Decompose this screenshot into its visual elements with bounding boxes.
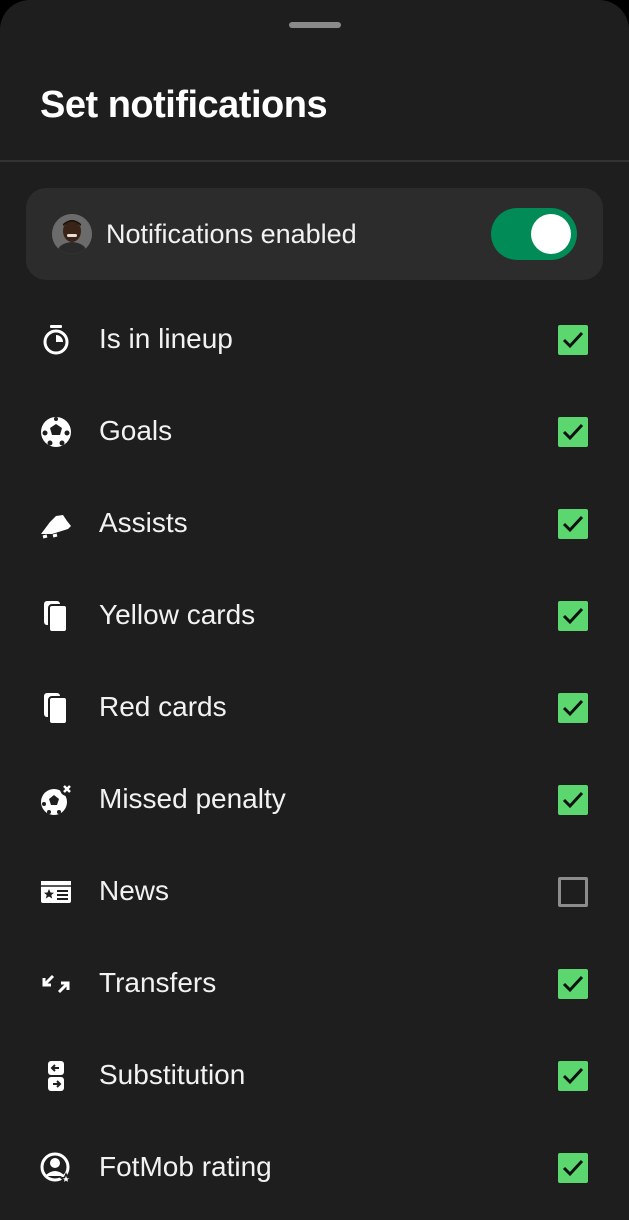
drag-handle[interactable]	[289, 22, 341, 28]
setting-checkbox[interactable]	[558, 785, 588, 815]
setting-row-substitution[interactable]: Substitution	[0, 1030, 629, 1122]
notifications-enabled-label: Notifications enabled	[106, 219, 357, 249]
divider	[0, 160, 629, 162]
missed-ball-icon	[38, 782, 74, 818]
player-avatar	[52, 214, 92, 254]
boot-icon	[38, 506, 74, 542]
setting-row-assists[interactable]: Assists	[0, 478, 629, 570]
notifications-enabled-card[interactable]: Notifications enabled	[26, 188, 603, 280]
setting-checkbox[interactable]	[558, 325, 588, 355]
setting-checkbox[interactable]	[558, 1153, 588, 1183]
setting-label: Substitution	[99, 1059, 246, 1090]
setting-label: Missed penalty	[99, 783, 286, 814]
setting-row-red-cards[interactable]: Red cards	[0, 662, 629, 754]
check-icon	[562, 607, 584, 625]
page-title: Set notifications	[40, 84, 328, 126]
cards-icon	[38, 690, 74, 726]
setting-checkbox[interactable]	[558, 509, 588, 539]
substitution-icon	[38, 1058, 74, 1094]
setting-label: Assists	[99, 507, 188, 538]
transfer-arrows-icon	[38, 966, 74, 1002]
check-icon	[562, 331, 584, 349]
setting-label: Yellow cards	[99, 599, 256, 630]
setting-row-fotmob-rating[interactable]: FotMob rating	[0, 1122, 629, 1214]
cards-icon	[38, 598, 74, 634]
news-icon	[38, 874, 74, 910]
setting-row-goals[interactable]: Goals	[0, 386, 629, 478]
rating-icon	[38, 1150, 74, 1186]
check-icon	[562, 1067, 584, 1085]
check-icon	[562, 423, 584, 441]
notification-settings-sheet: Set notifications Notifications enabled …	[0, 0, 629, 1220]
stopwatch-icon	[38, 322, 74, 358]
setting-label: Red cards	[99, 691, 227, 722]
setting-row-missed-penalty[interactable]: Missed penalty	[0, 754, 629, 846]
setting-row-transfers[interactable]: Transfers	[0, 938, 629, 1030]
check-icon	[562, 1159, 584, 1177]
notifications-toggle[interactable]	[491, 208, 577, 260]
setting-checkbox[interactable]	[558, 693, 588, 723]
setting-label: Is in lineup	[99, 323, 233, 354]
setting-label: Goals	[99, 415, 173, 446]
setting-checkbox[interactable]	[558, 969, 588, 999]
setting-label: FotMob rating	[99, 1151, 272, 1182]
setting-checkbox[interactable]	[558, 1061, 588, 1091]
toggle-knob	[531, 214, 571, 254]
setting-row-lineup[interactable]: Is in lineup	[0, 294, 629, 386]
setting-checkbox[interactable]	[558, 601, 588, 631]
football-icon	[38, 414, 74, 450]
check-icon	[562, 515, 584, 533]
setting-label: Transfers	[99, 967, 217, 998]
check-icon	[562, 975, 584, 993]
setting-row-news[interactable]: News	[0, 846, 629, 938]
check-icon	[562, 791, 584, 809]
setting-checkbox[interactable]	[558, 877, 588, 907]
setting-checkbox[interactable]	[558, 417, 588, 447]
setting-row-yellow-cards[interactable]: Yellow cards	[0, 570, 629, 662]
check-icon	[562, 699, 584, 717]
setting-label: News	[99, 875, 170, 906]
